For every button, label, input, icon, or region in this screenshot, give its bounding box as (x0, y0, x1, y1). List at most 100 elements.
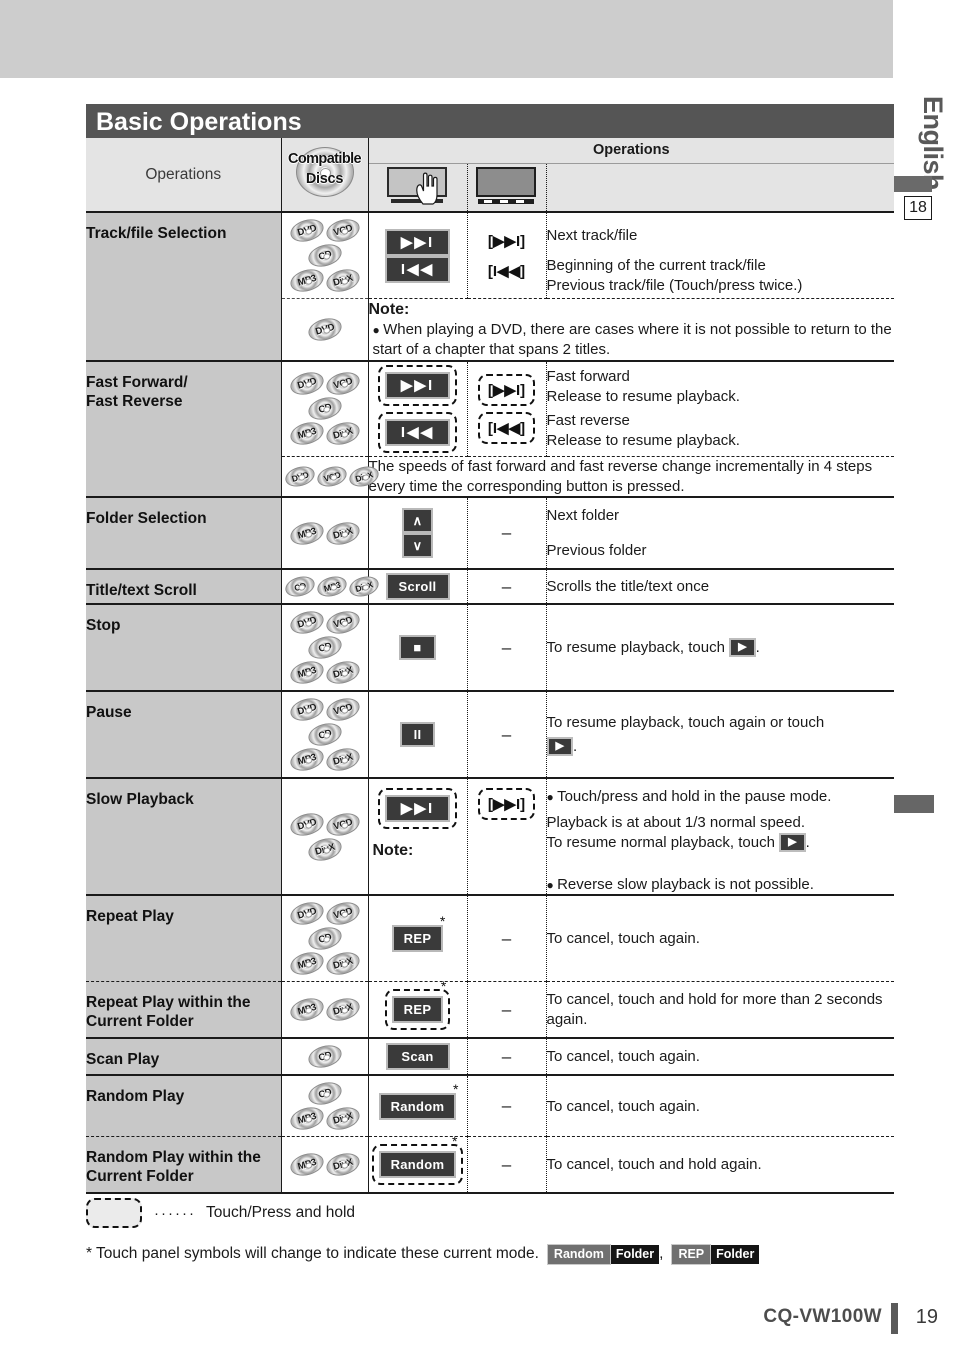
random-folder-key[interactable]: Random (378, 1151, 457, 1179)
remote-key-cell-repeat-folder: – (467, 981, 547, 1039)
badge-rep: REP (671, 1244, 712, 1265)
panel-key-cell-scroll: Scroll (368, 569, 468, 605)
table-header-row: Operations Compatible Discs Operations (86, 138, 895, 212)
model-number: CQ-VW100W (763, 1306, 882, 1327)
prev-folder-key[interactable]: ∨ (401, 533, 434, 559)
table-row-fast-forward-reverse: Fast Forward/ Fast Reverse DVD VCD CD MP3… (86, 360, 895, 498)
disc-icon-mp3: MP3 (287, 1150, 326, 1180)
table-row-scan-play: Scan Play CD Scan – To cancel, touch aga… (86, 1038, 895, 1076)
stop-key[interactable]: ■ (399, 635, 436, 661)
disc-icon-cd: CD (305, 240, 344, 271)
side-rail: English 18 (893, 0, 954, 1348)
disc-icon-mp3: MP3 (287, 518, 326, 549)
next-track-key[interactable]: ▶▶I (384, 228, 451, 256)
disc-icon-mp3: MP3 (287, 265, 326, 296)
remote-key-cell-ff: [▶▶I] [I◀◀] (467, 360, 547, 457)
legend-footnote-row: * Touch panel symbols will change to ind… (86, 1244, 894, 1265)
footnote-star: * (440, 978, 447, 995)
legend-hold-text: Touch/Press and hold (205, 1204, 356, 1221)
hold-frame-random-folder: Random (371, 1144, 464, 1186)
badge-folder-rep: Folder (711, 1245, 760, 1264)
disc-icon-divx: DivX (323, 1104, 362, 1134)
disc-icon-vcd: VCD (323, 215, 362, 246)
slow-playback-key[interactable]: ▶▶I (384, 795, 451, 823)
disc-icon-mp3: MP3 (287, 745, 326, 775)
disc-cell-random: CD MP3 DivX (281, 1075, 369, 1138)
legend-dots: ······ (154, 1204, 196, 1222)
desc-pause-suffix: . (572, 737, 578, 755)
desc-stop-suffix: . (755, 638, 760, 656)
disc-icon-cd: CD (305, 633, 344, 663)
legend-badge-separator: , (659, 1245, 664, 1263)
remote-key-cell-slow: [▶▶I] (467, 778, 547, 896)
disc-icon-dvd: DVD (287, 608, 326, 638)
disc-icon-divx: DivX (323, 995, 362, 1025)
disc-icon-mp3: MP3 (287, 1104, 326, 1134)
disc-icon-dvd: DVD (287, 809, 326, 840)
row-label-stop: Stop (86, 604, 282, 692)
repeat-folder-key[interactable]: REP (391, 996, 444, 1024)
desc-cell-pause: To resume playback, touch again or touch… (546, 691, 895, 779)
note-title-track: Note: (368, 301, 410, 318)
page-title: Basic Operations (86, 104, 894, 138)
play-key-inline: ▶ (729, 638, 756, 658)
disc-icon-divx: DivX (323, 1150, 362, 1180)
bullet-dot: ● (546, 877, 558, 892)
panel-key-cell-random: Random * (368, 1075, 468, 1138)
disc-icon-dvd: DVD (282, 463, 317, 490)
table-row-track-file-selection: Track/file Selection DVD VCD CD MP3 DivX ▶… (86, 212, 895, 361)
header-touch-panel-cell (368, 163, 468, 212)
desc-fast-forward: Fast forward Release to resume playback. (546, 368, 740, 405)
disc-icon-mp3: MP3 (287, 418, 326, 449)
chapter-tab-marker (893, 176, 932, 192)
desc-cell-stop: To resume playback, touch ▶. (546, 604, 895, 692)
disc-cell-track-note: DVD (281, 298, 369, 361)
play-key-inline: ▶ (546, 737, 573, 757)
disc-icon-cd: CD (305, 924, 344, 954)
remote-key-cell-random-folder: – (467, 1136, 547, 1194)
note-text-slow: Reverse slow playback is not possible. (557, 875, 814, 893)
random-key[interactable]: Random (378, 1092, 457, 1120)
desc-cell-scroll: Scrolls the title/text once (546, 569, 895, 605)
row-label-repeat-play-folder: Repeat Play within the Current Folder (86, 981, 282, 1039)
desc-slow-line3-suffix: . (805, 833, 810, 851)
remote-display-icon (474, 165, 540, 205)
disc-icon-cd: CD (305, 1042, 344, 1072)
desc-cell-track: Next track/file Beginning of the current… (546, 212, 895, 299)
note-cell-track: Note: ● When playing a DVD, there are ca… (368, 298, 895, 361)
panel-key-cell-ff: ▶▶I I◀◀ (368, 360, 468, 457)
hold-frame-legend-icon (86, 1198, 142, 1228)
fast-forward-key[interactable]: ▶▶I (384, 371, 451, 399)
scan-key[interactable]: Scan (385, 1043, 450, 1071)
row-label-pause: Pause (86, 691, 282, 779)
row-label-slow-playback: Slow Playback (86, 778, 282, 896)
play-key-inline: ▶ (779, 833, 806, 853)
row-label-repeat-play: Repeat Play (86, 895, 282, 983)
disc-cell-folder: MP3 DivX (281, 497, 369, 570)
touch-panel-icon (385, 165, 451, 205)
remote-key-cell-stop: – (467, 604, 547, 692)
disc-icon-vcd: VCD (323, 608, 362, 638)
repeat-key[interactable]: REP (391, 925, 444, 953)
row-label-folder-selection: Folder Selection (86, 497, 282, 570)
disc-icon-vcd: VCD (323, 695, 362, 725)
remote-key-cell-scroll: – (467, 569, 547, 605)
fast-reverse-key[interactable]: I◀◀ (384, 418, 451, 446)
note-title-slow: Note: (372, 842, 414, 860)
desc-fast-reverse: Fast reverse Release to resume playback. (546, 411, 740, 449)
scroll-key[interactable]: Scroll (385, 573, 450, 601)
remote-next-track-key: [▶▶I] (487, 232, 526, 250)
pause-key[interactable]: II (399, 722, 436, 748)
bullet-dot: ● (372, 323, 384, 338)
top-gray-band (0, 0, 893, 78)
disc-icon-dvd: DVD (287, 215, 326, 246)
hold-frame-slow: ▶▶I (377, 788, 458, 830)
desc-next-track: Next track/file (546, 226, 638, 244)
desc-prev-track: Beginning of the current track/file Prev… (546, 256, 803, 294)
desc-stop-prefix: To resume playback, touch (546, 638, 730, 656)
prev-track-key[interactable]: I◀◀ (384, 255, 451, 283)
desc-cell-scan: To cancel, touch again. (546, 1038, 895, 1076)
disc-cell-scroll: CD MP3 DivX (281, 569, 381, 605)
next-folder-key[interactable]: ∧ (401, 508, 434, 534)
desc-slow-line2: Playback is at about 1/3 normal speed. (546, 814, 806, 832)
